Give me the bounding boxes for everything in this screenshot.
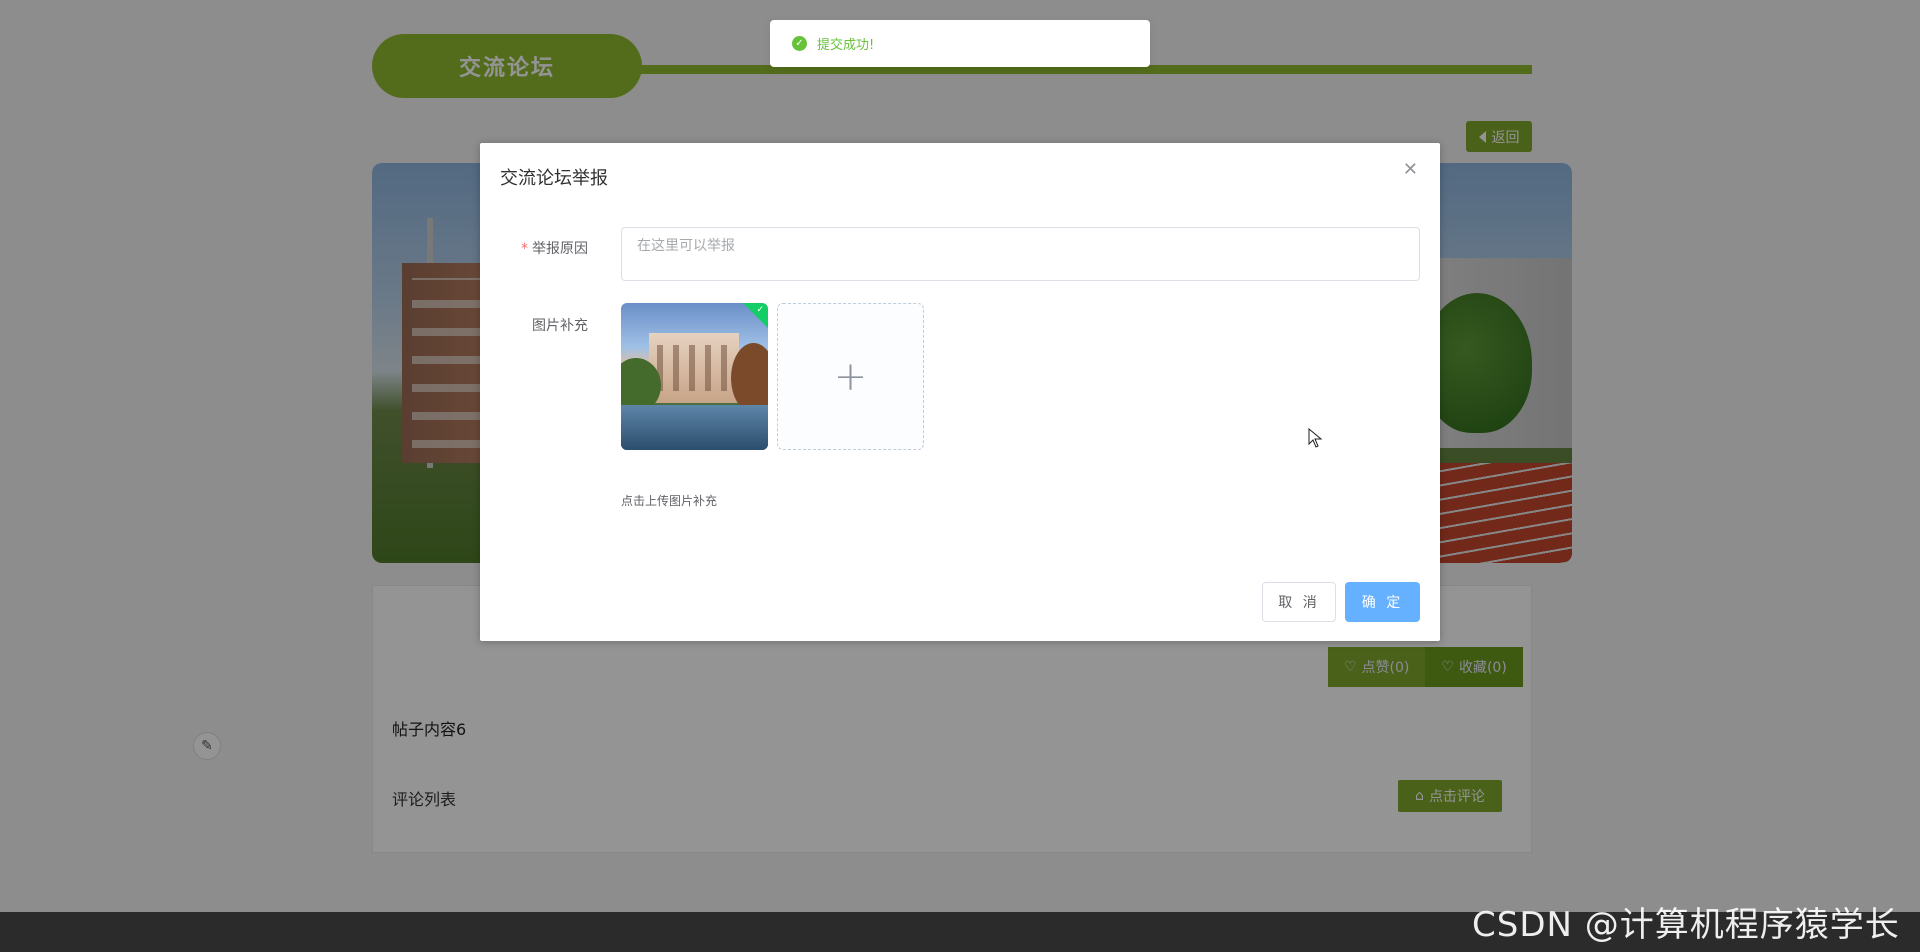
check-icon: ✓	[756, 305, 764, 315]
dialog-title: 交流论坛举报	[500, 168, 608, 189]
toast-message: 提交成功!	[817, 38, 875, 53]
success-toast: ✓ 提交成功!	[770, 20, 1150, 67]
uploaded-image-thumbnail[interactable]: ✓	[621, 303, 768, 450]
reason-label: * 举报原因	[480, 238, 588, 258]
watermark: CSDN @计算机程序猿学长	[1472, 905, 1900, 945]
cancel-button[interactable]: 取 消	[1262, 582, 1336, 622]
reason-textarea[interactable]	[621, 227, 1420, 281]
report-dialog: 交流论坛举报 ✕ *举报原因 图片补充 ✓ + 点击上传图片补充 取 消 确 定	[480, 143, 1440, 641]
upload-image-button[interactable]: +	[777, 303, 924, 450]
required-marker: *	[521, 241, 528, 257]
close-icon[interactable]: ✕	[1403, 161, 1418, 179]
images-label: 图片补充	[532, 318, 588, 334]
plus-icon: +	[833, 353, 868, 400]
confirm-button[interactable]: 确 定	[1345, 582, 1420, 622]
upload-tip: 点击上传图片补充	[621, 494, 718, 508]
upload-success-badge	[742, 303, 768, 331]
check-circle-icon: ✓	[792, 36, 807, 51]
reason-label-text: 举报原因	[532, 241, 588, 257]
